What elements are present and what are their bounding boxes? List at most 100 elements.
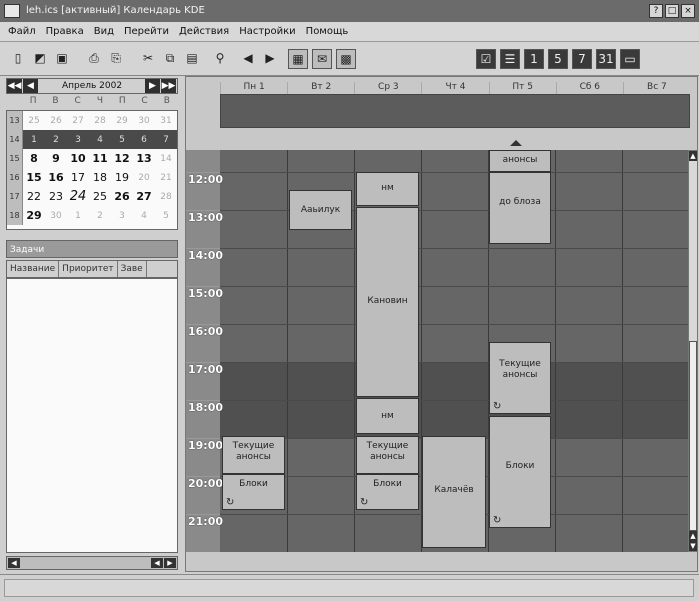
event[interactable]: анонсы — [489, 150, 551, 172]
back-icon[interactable]: ◀ — [238, 49, 258, 69]
event[interactable]: Текущие анонсы — [356, 436, 419, 474]
calendar-day[interactable]: 27 — [67, 116, 89, 126]
calendar-day[interactable]: 1 — [23, 135, 45, 145]
week-number[interactable]: 16 — [7, 168, 23, 187]
menu-actions[interactable]: Действия — [179, 26, 229, 37]
menu-go[interactable]: Перейти — [124, 26, 169, 37]
calendar-day[interactable]: 24 — [67, 189, 89, 204]
app-icon[interactable] — [4, 4, 20, 18]
calendar-day[interactable]: 27 — [133, 190, 155, 203]
calendar-day[interactable]: 4 — [133, 211, 155, 221]
print-icon[interactable]: ⎙ — [84, 49, 104, 69]
event[interactable]: Калачёв — [422, 436, 486, 548]
more-events-up-icon[interactable] — [510, 140, 522, 146]
mail-icon[interactable]: ✉ — [312, 49, 332, 69]
menu-settings[interactable]: Настройки — [239, 26, 295, 37]
day-header[interactable]: Вс 7 — [622, 82, 690, 94]
day-header[interactable]: Вт 2 — [287, 82, 354, 94]
day-header[interactable]: Сб 6 — [555, 82, 623, 94]
open-icon[interactable]: ◩ — [30, 49, 50, 69]
calendar-day[interactable]: 3 — [111, 211, 133, 221]
forward-icon[interactable]: ▶ — [260, 49, 280, 69]
tasks-list[interactable] — [6, 278, 178, 553]
copy-icon[interactable]: ⧉ — [160, 49, 180, 69]
day-view-icon[interactable]: 1 — [524, 49, 544, 69]
week7-view-icon[interactable]: 7 — [572, 49, 592, 69]
event[interactable]: Блоки ↻ — [356, 474, 419, 510]
calendar-day[interactable]: 9 — [45, 152, 67, 165]
calendar-day[interactable]: 22 — [23, 190, 45, 203]
menu-view[interactable]: Вид — [94, 26, 114, 37]
calendar-day[interactable]: 30 — [133, 116, 155, 126]
scrollbar-thumb[interactable] — [689, 341, 697, 531]
calendar-day[interactable]: 18 — [89, 171, 111, 184]
event[interactable]: Блоки ↻ — [489, 416, 551, 528]
scroll-down-icon[interactable]: ▼ — [689, 541, 697, 551]
journal-view-icon[interactable]: ▭ — [620, 49, 640, 69]
event[interactable]: нм — [356, 398, 419, 434]
all-day-area[interactable] — [220, 94, 690, 128]
day-header[interactable]: Пт 5 — [488, 82, 556, 94]
day-header[interactable]: Пн 1 — [220, 82, 287, 94]
column-priority[interactable]: Приоритет — [59, 261, 118, 277]
calendar-day[interactable]: 14 — [155, 154, 177, 164]
help-icon[interactable]: ? — [649, 4, 663, 18]
calendar-day[interactable]: 26 — [111, 190, 133, 203]
calendar-day[interactable]: 10 — [67, 152, 89, 165]
week-number[interactable]: 13 — [7, 111, 23, 130]
calendar-day[interactable]: 28 — [89, 116, 111, 126]
menu-edit[interactable]: Правка — [46, 26, 84, 37]
today-icon[interactable]: ▦ — [288, 49, 308, 69]
calendar-day[interactable]: 28 — [155, 192, 177, 202]
day-header[interactable]: Чт 4 — [421, 82, 488, 94]
calendar-day[interactable]: 17 — [67, 171, 89, 184]
calendar-day[interactable]: 2 — [45, 135, 67, 145]
scroll-left-icon[interactable]: ◀ — [151, 558, 163, 568]
close-icon[interactable]: × — [681, 4, 695, 18]
calendar-day[interactable]: 25 — [89, 190, 111, 203]
scroll-left-icon[interactable]: ◀ — [8, 558, 20, 568]
calendar-day[interactable]: 26 — [45, 116, 67, 126]
list-view-icon[interactable]: ☰ — [500, 49, 520, 69]
new-icon[interactable]: ▯ — [8, 49, 28, 69]
calendar-day[interactable]: 29 — [111, 116, 133, 126]
scroll-right-icon[interactable]: ▶ — [164, 558, 176, 568]
calendar-day[interactable]: 6 — [133, 135, 155, 145]
calendar-day[interactable]: 21 — [155, 173, 177, 183]
calendar-day[interactable]: 23 — [45, 190, 67, 203]
calendar-day[interactable]: 5 — [155, 211, 177, 221]
event[interactable]: Текущие анонсы ↻ — [489, 342, 551, 414]
column-name[interactable]: Название — [7, 261, 60, 277]
find-icon[interactable]: ⚲ — [210, 49, 230, 69]
menu-file[interactable]: Файл — [8, 26, 36, 37]
column-complete[interactable]: Заве — [118, 261, 147, 277]
paste-icon[interactable]: ▤ — [182, 49, 202, 69]
todo-view-icon[interactable]: ☑ — [476, 49, 496, 69]
scroll-up-icon[interactable]: ▲ — [689, 151, 697, 161]
month-view-icon[interactable]: 31 — [596, 49, 616, 69]
next-month-icon[interactable]: ▶ — [145, 79, 160, 93]
calendar-day[interactable]: 16 — [45, 171, 67, 184]
maximize-icon[interactable]: □ — [665, 4, 679, 18]
calendar-day[interactable]: 25 — [23, 116, 45, 126]
calendar-icon[interactable]: ▩ — [336, 49, 356, 69]
calendar-day[interactable]: 4 — [89, 135, 111, 145]
calendar-day[interactable]: 8 — [23, 152, 45, 165]
calendar-day[interactable]: 1 — [67, 211, 89, 221]
calendar-day[interactable]: 2 — [89, 211, 111, 221]
week-view-icon[interactable]: 5 — [548, 49, 568, 69]
calendar-day[interactable]: 12 — [111, 152, 133, 165]
event[interactable]: Кановин — [356, 207, 419, 397]
week-number[interactable]: 18 — [7, 206, 23, 225]
event[interactable]: Текущие анонсы — [222, 436, 285, 474]
calendar-day[interactable]: 19 — [111, 171, 133, 184]
calendar-day[interactable]: 15 — [23, 171, 45, 184]
print-preview-icon[interactable]: ⎘ — [106, 49, 126, 69]
event[interactable]: Ааьилук — [289, 190, 352, 230]
week-number[interactable]: 14 — [7, 130, 23, 149]
scroll-up-icon[interactable]: ▲ — [689, 531, 697, 541]
next-year-icon[interactable]: ▶▶ — [161, 79, 176, 93]
save-icon[interactable]: ▣ — [52, 49, 72, 69]
calendar-day[interactable]: 11 — [89, 152, 111, 165]
event[interactable]: нм — [356, 172, 419, 206]
